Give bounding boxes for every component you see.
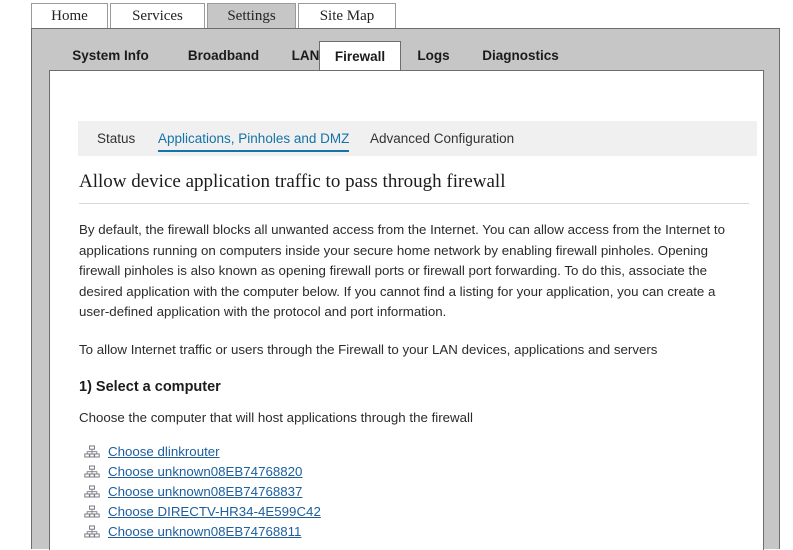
device-list: Choose dlinkrouter Choose unknown08EB747… bbox=[79, 442, 749, 542]
list-item[interactable]: Choose DIRECTV-HR34-4E599C42 bbox=[79, 502, 749, 522]
page-title: Allow device application traffic to pass… bbox=[79, 171, 749, 203]
tab-advanced-configuration[interactable]: Advanced Configuration bbox=[370, 129, 514, 150]
network-hub-icon bbox=[84, 444, 100, 460]
section-heading-select-computer: 1) Select a computer bbox=[79, 379, 749, 395]
settings-panel: System Info Broadband LAN Firewall Logs … bbox=[31, 28, 780, 549]
network-hub-icon bbox=[84, 524, 100, 540]
tab-diagnostics[interactable]: Diagnostics bbox=[463, 41, 578, 71]
tab-broadband[interactable]: Broadband bbox=[169, 41, 278, 71]
list-item[interactable]: Choose unknown08EB74768820 bbox=[79, 462, 749, 482]
content-card: Status Applications, Pinholes and DMZ Ad… bbox=[49, 70, 764, 550]
allow-traffic-line: To allow Internet traffic or users throu… bbox=[79, 340, 747, 361]
tab-status[interactable]: Status bbox=[97, 129, 135, 150]
intro-paragraph: By default, the firewall blocks all unwa… bbox=[79, 220, 747, 323]
title-divider bbox=[79, 203, 749, 204]
list-item[interactable]: Choose unknown08EB74768811 bbox=[79, 522, 749, 542]
tab-settings[interactable]: Settings bbox=[207, 3, 296, 29]
device-link[interactable]: Choose unknown08EB74768820 bbox=[108, 464, 302, 479]
tab-logs[interactable]: Logs bbox=[406, 41, 461, 71]
tab-firewall[interactable]: Firewall bbox=[319, 41, 401, 71]
tab-system-info[interactable]: System Info bbox=[52, 41, 169, 71]
list-item[interactable]: Choose dlinkrouter bbox=[79, 442, 749, 462]
choose-computer-hint: Choose the computer that will host appli… bbox=[79, 408, 747, 429]
tertiary-tab-strip: Status Applications, Pinholes and DMZ Ad… bbox=[78, 121, 757, 156]
secondary-tab-strip: System Info Broadband LAN Firewall Logs … bbox=[32, 41, 781, 71]
device-link[interactable]: Choose unknown08EB74768837 bbox=[108, 484, 302, 499]
network-hub-icon bbox=[84, 484, 100, 500]
tab-services[interactable]: Services bbox=[110, 3, 205, 29]
network-hub-icon bbox=[84, 464, 100, 480]
page-body: Allow device application traffic to pass… bbox=[79, 171, 749, 550]
device-link[interactable]: Choose DIRECTV-HR34-4E599C42 bbox=[108, 504, 321, 519]
tab-home[interactable]: Home bbox=[31, 3, 108, 29]
device-link[interactable]: Choose dlinkrouter bbox=[108, 444, 220, 459]
list-item[interactable]: Choose unknown08EB74768837 bbox=[79, 482, 749, 502]
tab-applications-pinholes-dmz[interactable]: Applications, Pinholes and DMZ bbox=[158, 129, 349, 152]
tab-site-map[interactable]: Site Map bbox=[298, 3, 396, 29]
device-link[interactable]: Choose unknown08EB74768811 bbox=[108, 524, 301, 539]
network-hub-icon bbox=[84, 504, 100, 520]
